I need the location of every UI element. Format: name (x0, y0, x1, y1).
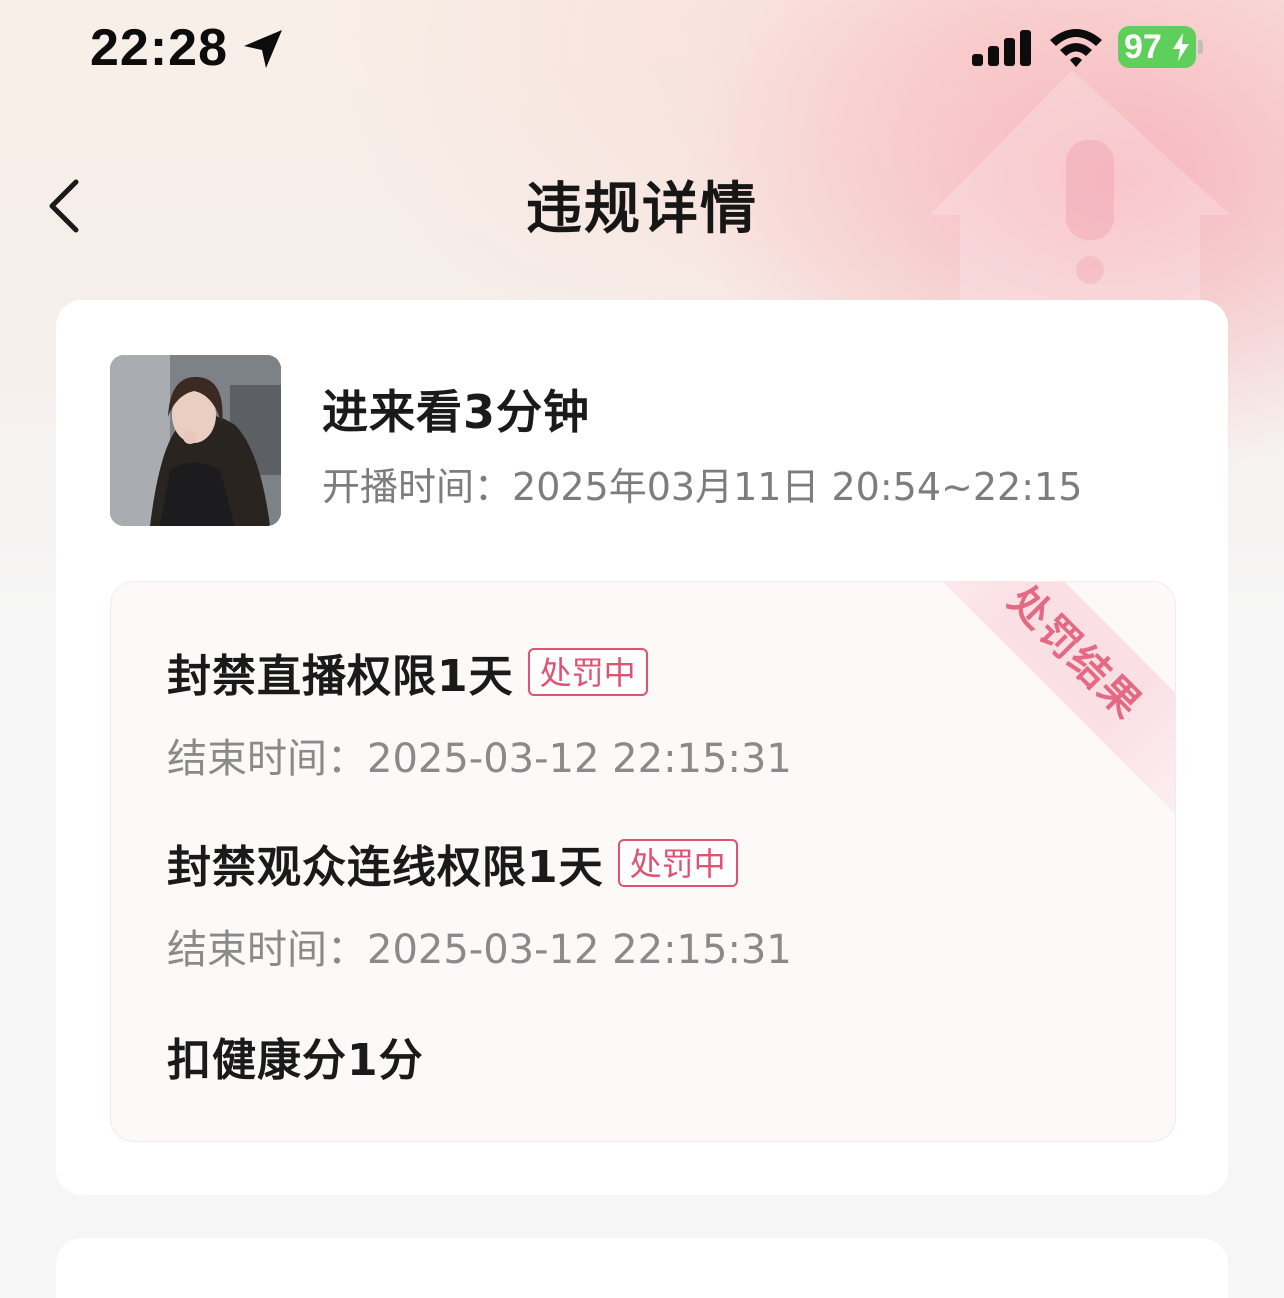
cellular-signal-icon (972, 30, 1031, 66)
end-time-label: 结束时间： (167, 736, 367, 782)
cover-photo-illustration (110, 355, 281, 526)
penalty-result-ribbon: 处罚结果 (896, 582, 1175, 832)
penalty-end-time: 结束时间：2025-03-12 22:15:31 (167, 917, 792, 975)
penalty-item: 封禁观众连线权限1天 处罚中 结束时间：2025-03-12 22:15:31 (167, 831, 792, 975)
page-title: 违规详情 (526, 177, 758, 242)
next-section-card (56, 1238, 1228, 1298)
end-time-value: 2025-03-12 22:15:31 (367, 736, 792, 782)
penalty-result-panel: 处罚结果 封禁直播权限1天 处罚中 结束时间：2025-03-12 22:15:3… (110, 581, 1176, 1142)
battery-indicator: 97 (1118, 26, 1196, 68)
wifi-icon (1050, 29, 1102, 67)
location-arrow-icon (244, 30, 282, 68)
penalty-item: 封禁直播权限1天 处罚中 结束时间：2025-03-12 22:15:31 (167, 640, 792, 784)
stream-time-label: 开播时间： (322, 465, 513, 509)
penalty-end-time: 结束时间：2025-03-12 22:15:31 (167, 726, 792, 784)
status-badge: 处罚中 (617, 839, 738, 887)
battery-level: 97 (1124, 28, 1162, 66)
stream-cover-image[interactable] (110, 355, 281, 526)
status-badge: 处罚中 (527, 648, 648, 696)
penalty-item-title: 封禁直播权限1天 (167, 651, 514, 702)
penalty-item-title: 扣健康分1分 (167, 1035, 424, 1086)
penalty-item-title: 封禁观众连线权限1天 (167, 842, 604, 893)
penalty-item: 扣健康分1分 (167, 1024, 424, 1088)
charging-bolt-icon (1173, 33, 1189, 61)
battery-cap (1198, 40, 1203, 54)
status-bar: 22:28 97 (0, 0, 1284, 100)
status-time: 22:28 (90, 19, 228, 77)
end-time-label: 结束时间： (167, 927, 367, 973)
violation-detail-card: 进来看3分钟 开播时间：2025年03月11日 20:54~22:15 处罚结果… (56, 300, 1228, 1195)
stream-title: 进来看3分钟 (322, 385, 591, 439)
end-time-value: 2025-03-12 22:15:31 (367, 927, 792, 973)
stream-time: 开播时间：2025年03月11日 20:54~22:15 (322, 456, 1082, 511)
stream-time-value: 2025年03月11日 20:54~22:15 (512, 465, 1083, 509)
